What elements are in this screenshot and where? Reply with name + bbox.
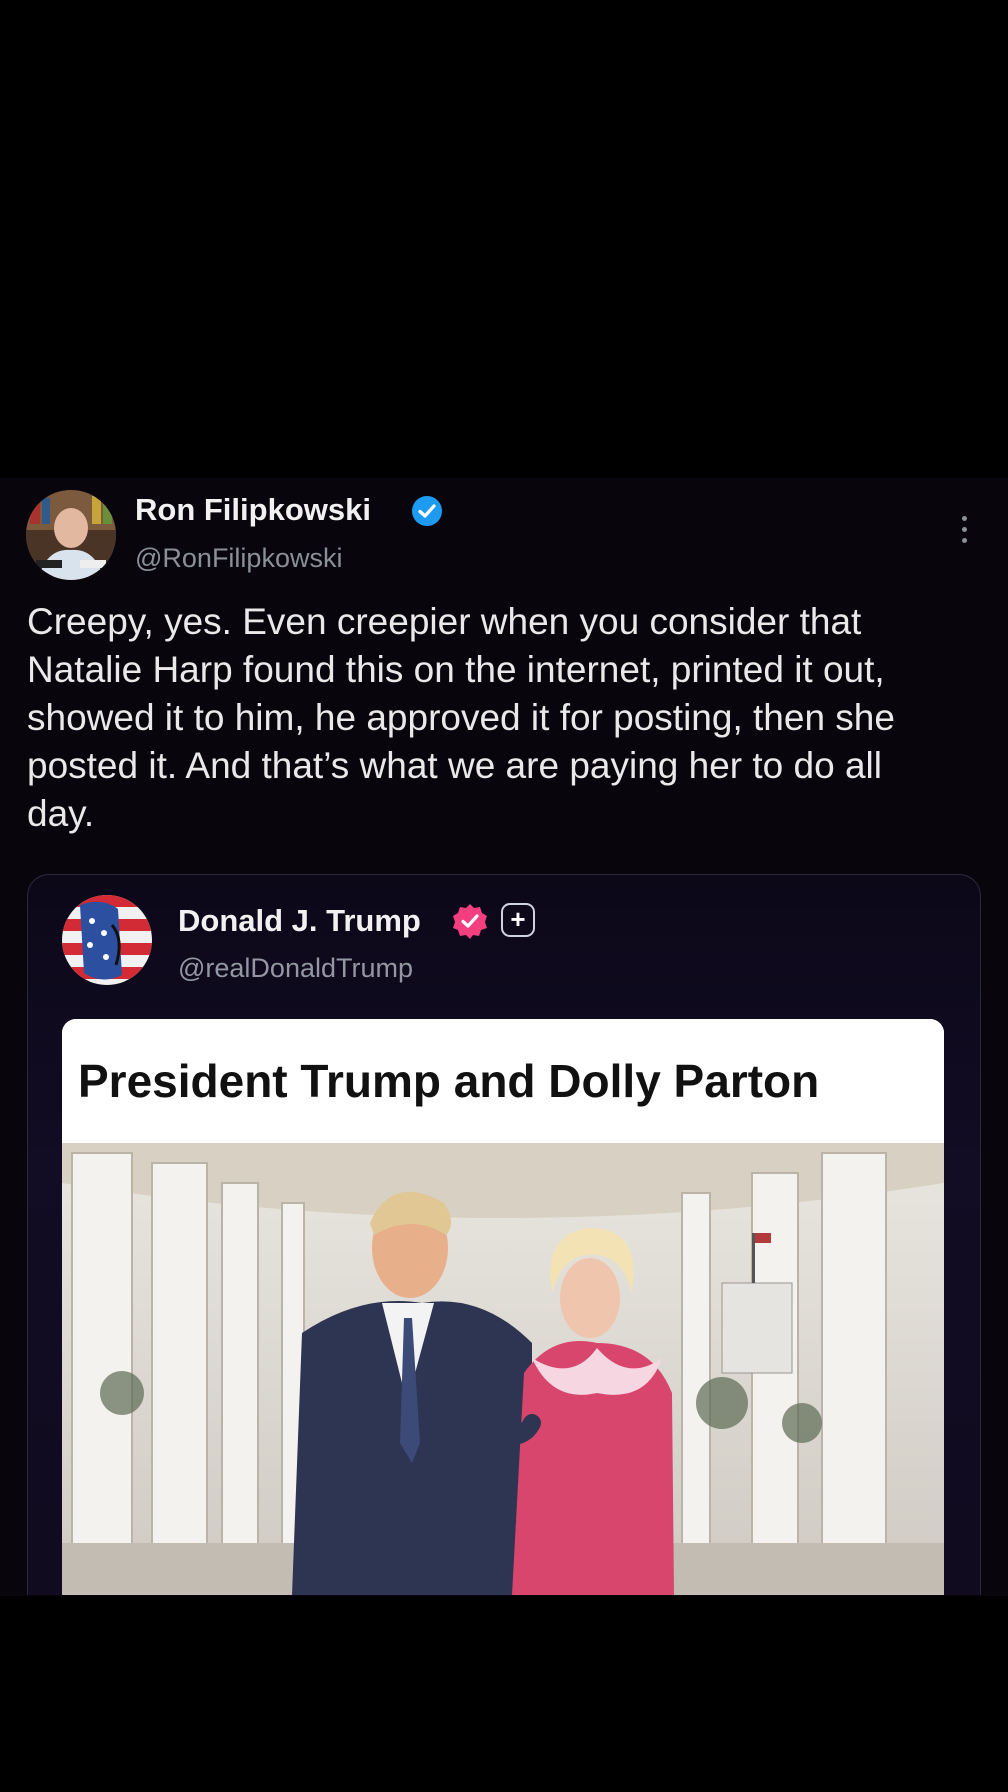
verified-badge-icon xyxy=(410,494,444,528)
quoted-author-name[interactable]: Donald J. Trump xyxy=(178,903,421,939)
quoted-tweet[interactable]: Donald J. Trump + @realDonaldTrump Presi… xyxy=(27,874,981,1595)
media-title: President Trump and Dolly Parton xyxy=(62,1019,944,1143)
bottom-area xyxy=(0,1596,1008,1792)
verified-badge-icon xyxy=(451,902,489,940)
tweet-text: Creepy, yes. Even creepier when you cons… xyxy=(27,601,895,834)
quoted-author-handle[interactable]: @realDonaldTrump xyxy=(178,953,413,984)
quoted-author-avatar[interactable] xyxy=(62,895,152,985)
author-name[interactable]: Ron Filipkowski xyxy=(135,492,371,528)
plus-badge-icon: + xyxy=(501,903,535,937)
author-avatar[interactable] xyxy=(26,490,116,580)
author-handle[interactable]: @RonFilipkowski xyxy=(135,543,342,574)
quoted-media-card[interactable]: President Trump and Dolly Parton xyxy=(62,1019,944,1595)
more-options-icon[interactable] xyxy=(952,516,976,552)
media-illustration[interactable] xyxy=(62,1143,944,1595)
